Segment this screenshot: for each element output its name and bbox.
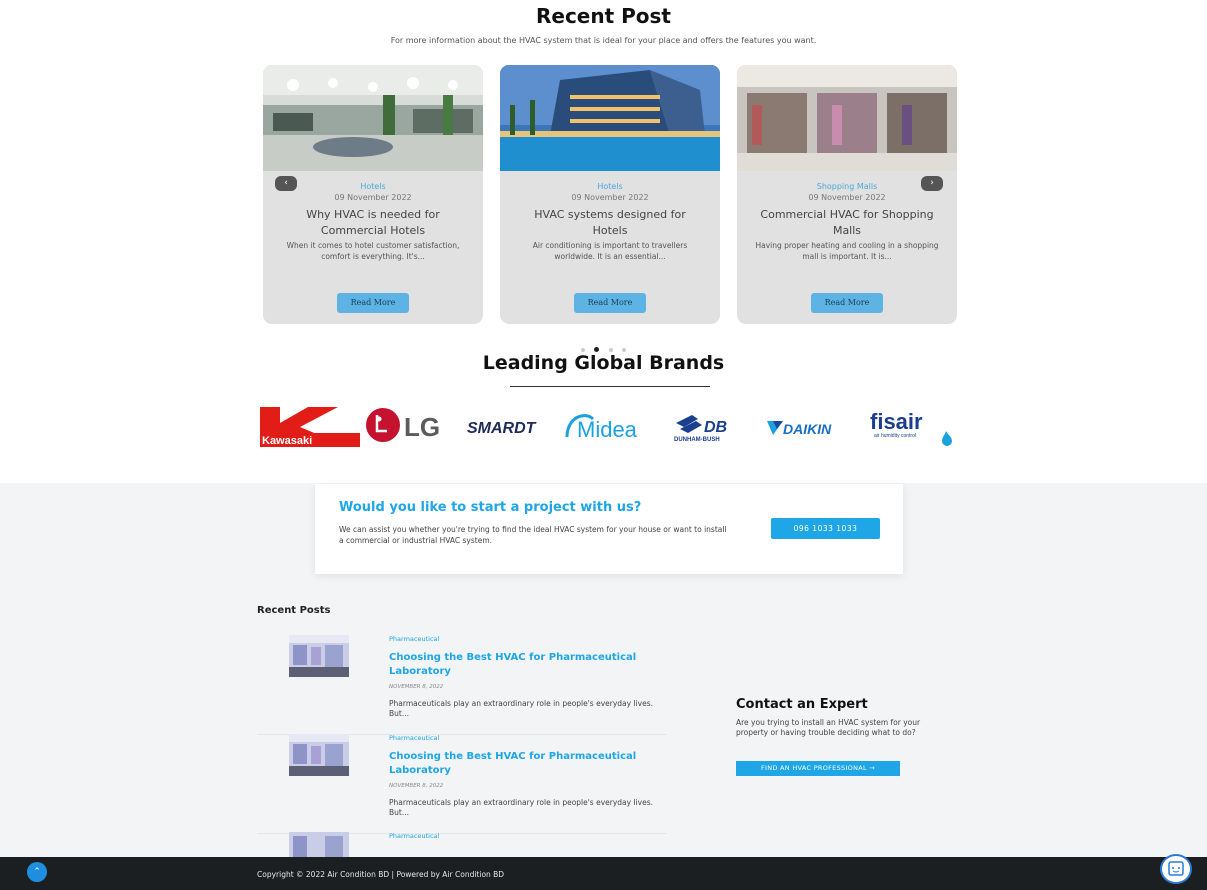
contact-expert-text: Are you trying to install an HVAC system… [736,718,921,737]
post-title[interactable]: Choosing the Best HVAC for Pharmaceutica… [389,750,669,778]
hotel-pool-image [500,65,720,171]
carousel-dot[interactable] [621,347,626,352]
brands-divider [510,386,710,387]
cta-text: We can assist you whether you're trying … [339,525,727,545]
lg-logo: LG [366,408,440,442]
card-excerpt: Air conditioning is important to travell… [532,241,688,261]
brands-heading: Leading Global Brands [482,352,725,374]
midea-logo: Midea [565,414,638,442]
svg-text:Kawasaki: Kawasaki [262,435,312,447]
recent-post-subtitle: For more information about the HVAC syst… [390,36,817,45]
card-excerpt: When it comes to hotel customer satisfac… [286,241,460,261]
recent-post-item[interactable]: Pharmaceutical Choosing the Best HVAC fo… [257,635,667,735]
recent-post-item[interactable]: Pharmaceutical Choosing the Best HVAC fo… [257,734,667,834]
chevron-up-icon: ⌃ [33,867,41,877]
post-excerpt: Pharmaceuticals play an extraordinary ro… [389,699,653,718]
hotel-lobby-image [263,65,483,171]
carousel-prev-button[interactable]: ‹ [275,176,297,191]
cta-title: Would you like to start a project with u… [339,500,642,515]
post-category[interactable]: Pharmaceutical [389,832,439,840]
contact-expert-heading: Contact an Expert [736,697,868,712]
lab-thumbnail [289,734,349,776]
smardt-logo: SMARDT [467,420,537,437]
recent-posts-heading: Recent Posts [257,605,331,616]
kawasaki-logo: Kawasaki [260,407,360,447]
card-title[interactable]: Commercial HVAC for Shopping Malls [757,207,937,239]
shopping-mall-image [737,65,957,171]
footer-bar: Copyright © 2022 Air Condition BD | Powe… [0,857,1207,890]
scroll-to-top-button[interactable]: ⌃ [27,862,47,882]
post-card[interactable]: Shopping Malls 09 November 2022 Commerci… [737,65,957,324]
carousel-dot[interactable] [608,347,613,352]
card-date: 09 November 2022 [571,193,649,202]
chevron-left-icon: ‹ [284,178,288,188]
find-professional-button[interactable]: FIND AN HVAC PROFESSIONAL → [736,761,900,776]
phone-button[interactable]: 096 1033 1033 [771,518,880,539]
card-title[interactable]: Why HVAC is needed for Commercial Hotels [283,207,463,239]
post-category[interactable]: Pharmaceutical [389,734,439,742]
brand-logos: Kawasaki LG SMARDT Midea DB DUNHAM-BUSH … [260,405,960,450]
card-date: 09 November 2022 [808,193,886,202]
svg-text:SMARDT: SMARDT [467,420,537,437]
daikin-logo: DAIKIN [767,421,832,437]
chat-icon [1168,861,1184,876]
copyright-text: Copyright © 2022 Air Condition BD | Powe… [257,870,505,879]
post-excerpt: Pharmaceuticals play an extraordinary ro… [389,798,653,817]
chevron-right-icon: › [930,178,934,188]
recent-post-heading: Recent Post [535,4,671,28]
dunham-bush-logo: DB DUNHAM-BUSH [674,415,727,443]
card-category[interactable]: Hotels [500,182,720,191]
read-more-button[interactable]: Read More [574,293,646,313]
svg-text:DAIKIN: DAIKIN [783,421,832,437]
svg-text:DUNHAM-BUSH: DUNHAM-BUSH [674,437,720,443]
project-cta-box: Would you like to start a project with u… [315,484,903,574]
post-date: NOVEMBER 8, 2022 [389,783,444,789]
svg-text:fisair: fisair [870,409,923,434]
carousel-next-button[interactable]: › [921,176,943,191]
chat-button[interactable] [1160,854,1192,884]
post-card[interactable]: Hotels 09 November 2022 Why HVAC is need… [263,65,483,324]
svg-text:Midea: Midea [577,417,638,442]
post-category[interactable]: Pharmaceutical [389,635,439,643]
recent-post-item[interactable]: Pharmaceutical [257,832,667,857]
svg-text:LG: LG [404,412,440,442]
post-card[interactable]: Hotels 09 November 2022 HVAC systems des… [500,65,720,324]
svg-text:DB: DB [704,419,727,436]
carousel-dot[interactable] [581,347,586,352]
lab-thumbnail [289,635,349,677]
read-more-button[interactable]: Read More [811,293,883,313]
lab-thumbnail [289,832,349,857]
card-title[interactable]: HVAC systems designed for Hotels [520,207,700,239]
read-more-button[interactable]: Read More [337,293,409,313]
svg-text:air humidity control: air humidity control [874,433,916,439]
post-date: NOVEMBER 8, 2022 [389,684,444,690]
fisair-logo: fisair air humidity control [870,409,952,446]
card-date: 09 November 2022 [334,193,412,202]
card-excerpt: Having proper heating and cooling in a s… [755,241,939,261]
post-title[interactable]: Choosing the Best HVAC for Pharmaceutica… [389,651,669,679]
